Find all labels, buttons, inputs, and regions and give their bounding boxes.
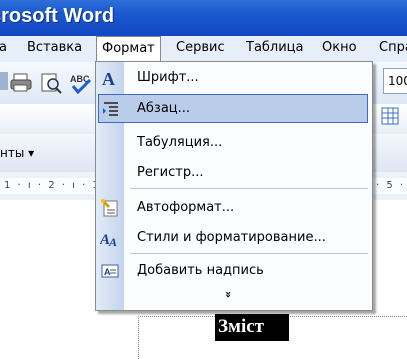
- print-icon[interactable]: [10, 72, 32, 94]
- print-preview-icon[interactable]: [40, 72, 62, 94]
- menu-bar: а Вставка Формат Сервис Таблица Окно Спр…: [0, 36, 407, 63]
- menu-item-insert-caption[interactable]: A Добавить надпись: [96, 256, 372, 286]
- styles-icon: A A: [100, 232, 117, 248]
- menu-item-font[interactable]: A Шрифт...: [96, 63, 372, 93]
- spelling-icon[interactable]: ABC: [70, 72, 94, 94]
- table-icon[interactable]: [380, 106, 400, 126]
- title-bar: crosoft Word: [0, 0, 407, 36]
- font-icon: A: [102, 69, 115, 88]
- menu-table[interactable]: Таблица: [246, 40, 304, 55]
- ruler-right-marks: · 5 ·: [376, 180, 406, 191]
- svg-text:A: A: [102, 69, 115, 88]
- menu-insert[interactable]: Вставка: [27, 40, 82, 55]
- menu-item-tabs[interactable]: Табуляция...: [96, 128, 372, 158]
- menu-separator: [130, 188, 368, 189]
- window-title: crosoft Word: [0, 5, 115, 27]
- svg-text:A: A: [108, 235, 117, 248]
- menu-item-autoformat[interactable]: Автоформат...: [96, 193, 372, 223]
- menu-format[interactable]: Формат: [96, 36, 161, 61]
- document-heading[interactable]: Зміст: [215, 314, 289, 341]
- textbox-icon: A: [101, 264, 119, 278]
- autoformat-icon: [100, 198, 118, 217]
- styles-dropdown[interactable]: нты ▾: [0, 146, 34, 160]
- expand-menu-icon[interactable]: »: [222, 291, 235, 298]
- format-menu: A Шрифт... Абзац... Табуляция... Регистр…: [95, 61, 373, 311]
- menu-item-paragraph[interactable]: Абзац...: [98, 94, 368, 123]
- menu-item-change-case[interactable]: Регистр...: [96, 158, 372, 188]
- page-margin-line-vertical: [138, 316, 139, 359]
- menu-item-styles-formatting[interactable]: A A Стили и форматирование...: [96, 223, 372, 253]
- menu-separator-2: [130, 253, 368, 254]
- toolbar-handle-icon: [0, 72, 8, 90]
- ruler-left-marks: 1 · ı · 2 · ı · 1: [4, 180, 101, 191]
- svg-text:A: A: [104, 267, 111, 277]
- menu-help[interactable]: Спра: [379, 40, 407, 55]
- paragraph-icon: [103, 102, 118, 116]
- menu-window[interactable]: Окно: [322, 40, 357, 55]
- menu-tools[interactable]: Сервис: [176, 40, 225, 55]
- zoom-value[interactable]: 100: [388, 74, 407, 88]
- menu-edit[interactable]: а: [0, 40, 7, 55]
